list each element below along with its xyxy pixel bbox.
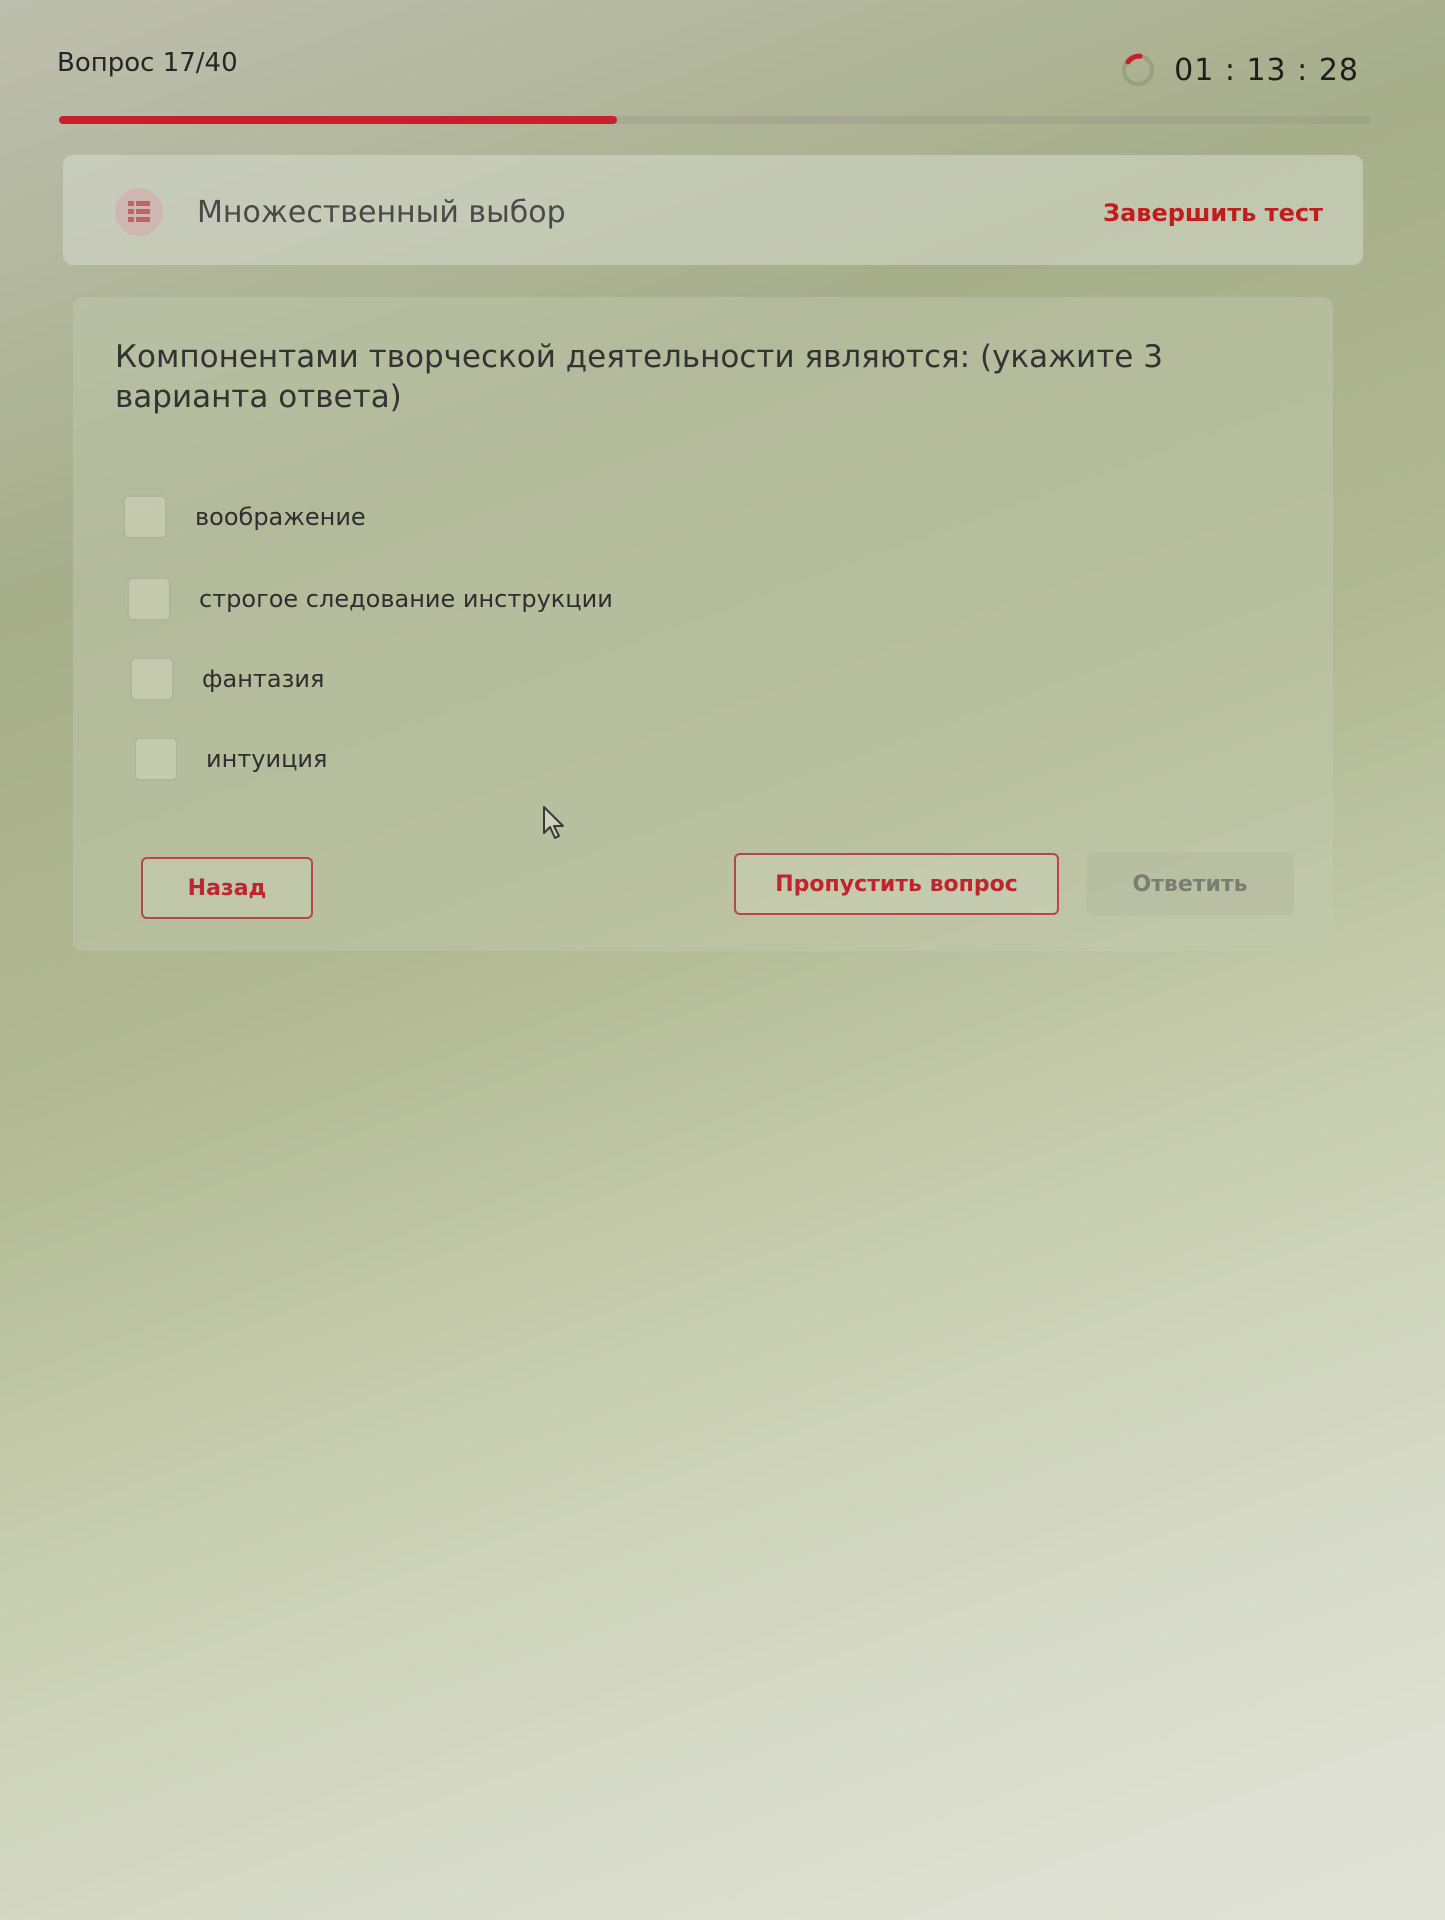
timer-ring-icon (1122, 53, 1155, 86)
question-counter: Вопрос 17/40 (57, 48, 238, 78)
option-checkbox[interactable] (123, 495, 167, 539)
finish-test-link[interactable]: Завершить тест (1103, 199, 1323, 227)
question-type-label: Множественный выбор (197, 195, 566, 230)
list-icon (115, 188, 163, 236)
option-label: воображение (195, 503, 366, 531)
skip-question-button[interactable]: Пропустить вопрос (734, 853, 1059, 915)
option-4[interactable]: интуиция (134, 737, 327, 781)
option-label: фантазия (202, 665, 325, 693)
option-checkbox[interactable] (127, 577, 171, 621)
option-3[interactable]: фантазия (130, 657, 324, 701)
option-label: строгое следование инструкции (199, 585, 613, 613)
progress-bar-fill (59, 116, 617, 124)
timer: 01 : 13 : 28 (1120, 52, 1359, 88)
question-card: Компонентами творческой деятельности явл… (73, 297, 1333, 951)
timer-text: 01 : 13 : 28 (1174, 52, 1359, 88)
option-1[interactable]: воображение (123, 495, 366, 539)
progress-bar (59, 116, 1371, 124)
question-type-header: Множественный выбор Завершить тест (63, 155, 1363, 265)
option-2[interactable]: строгое следование инструкции (127, 577, 613, 621)
option-checkbox[interactable] (130, 657, 174, 701)
mouse-cursor-icon (543, 806, 564, 839)
option-label: интуиция (206, 745, 328, 773)
back-button[interactable]: Назад (141, 857, 313, 919)
question-text: Компонентами творческой деятельности явл… (115, 339, 1163, 415)
option-checkbox[interactable] (134, 737, 178, 781)
answer-button[interactable]: Ответить (1086, 853, 1294, 915)
